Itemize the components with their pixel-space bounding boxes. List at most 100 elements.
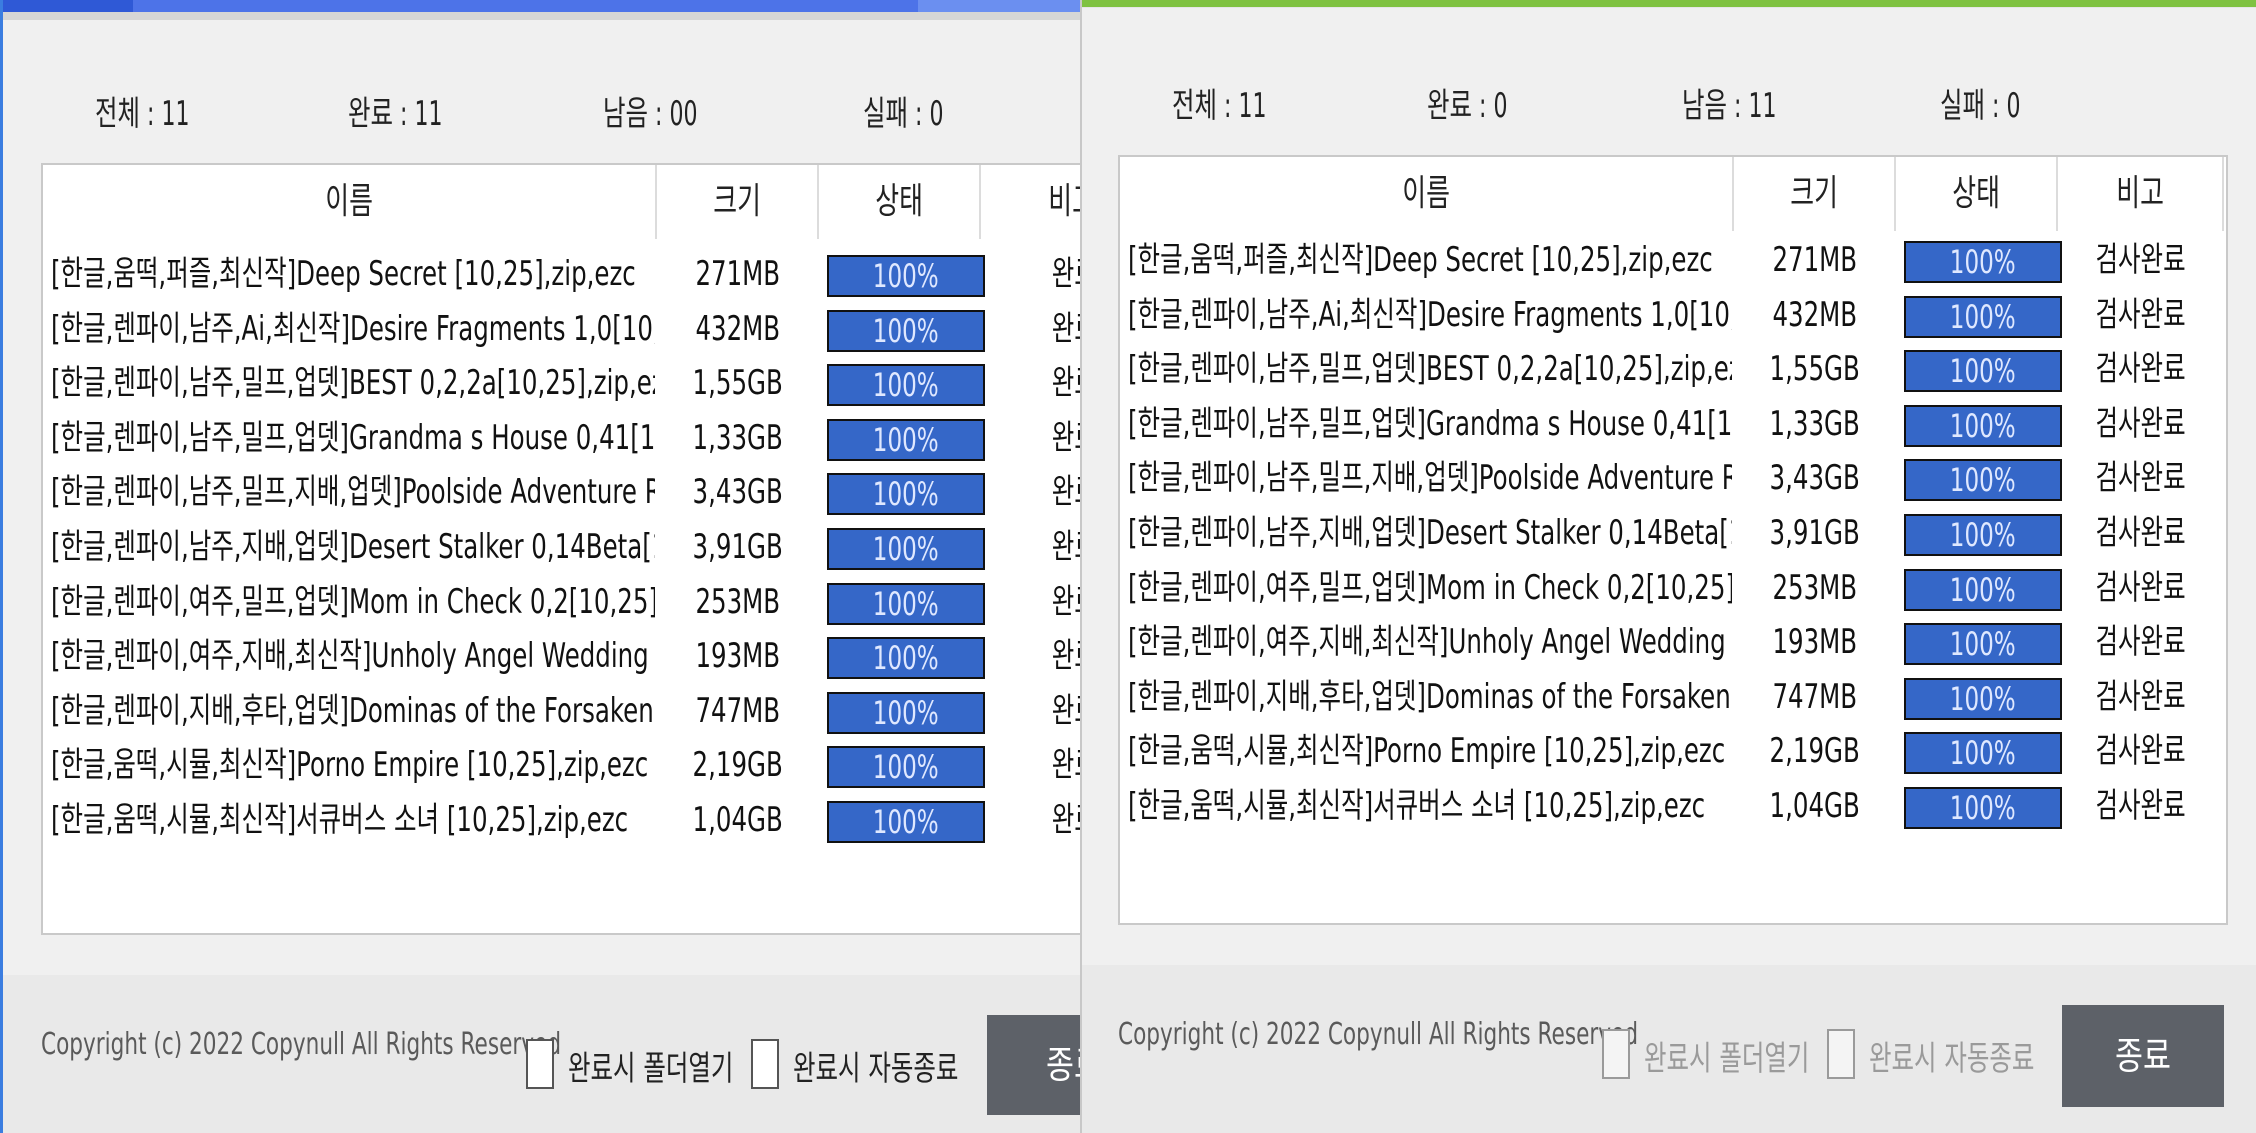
column-header-name[interactable]: 이름 [1120,157,1734,231]
file-size: 2,19GB [692,745,784,786]
table-row[interactable]: [한글,렌파이,남주,밀프,업뎃]BEST 0,2,2a[10,25],zip,… [1120,342,2226,396]
column-header-status[interactable]: 상태 [819,165,981,239]
title-bar[interactable] [3,0,1080,20]
table-row[interactable]: [한글,움떡,시뮬,최신작]Porno Empire [10,25],zip,e… [1120,724,2226,778]
stat-failed: 실패 : 0 [863,94,944,134]
column-header-name[interactable]: 이름 [43,165,657,239]
file-size: 1,55GB [692,363,784,404]
table-row[interactable]: [한글,움떡,시뮬,최신작]Porno Empire [10,25],zip,e… [43,738,1080,792]
table-row[interactable]: [한글,렌파이,남주,밀프,지배,업뎃]Poolside Adventure R… [1120,451,2226,505]
file-note: 완료 [1051,363,1080,404]
column-header-note[interactable]: 비고 [981,165,1080,239]
progress-bar: 100% [827,801,985,843]
file-size: 253MB [695,581,781,622]
file-name: [한글,렌파이,남주,밀프,업뎃]BEST 0,2,2a[10,25],zip,… [1128,349,1732,390]
progress-bar: 100% [827,691,985,734]
file-note: 완료 [1051,690,1080,731]
auto-exit-label: 완료시 자동종료 [1869,1039,2035,1079]
file-note: 완료 [1051,800,1080,840]
file-name: [한글,렌파이,지배,후타,업뎃]Dominas of the Forsaken… [1128,676,1732,717]
open-folder-label: 완료시 폴더열기 [568,1049,734,1089]
file-size: 3,43GB [1769,458,1861,499]
file-name: [한글,렌파이,남주,Ai,최신작]Desire Fragments 1,0[1… [51,308,655,349]
open-folder-checkbox[interactable] [526,1039,554,1089]
stat-remaining: 남음 : 00 [603,94,698,134]
table-row[interactable]: [한글,렌파이,남주,Ai,최신작]Desire Fragments 1,0[1… [43,302,1080,356]
table-row[interactable]: [한글,움떡,시뮬,최신작]서큐버스 소녀 [10,25],zip,ezc 1,0… [1120,779,2226,833]
table-row[interactable]: [한글,렌파이,여주,지배,최신작]Unholy Angel Wedding A… [43,629,1080,683]
table-row[interactable]: [한글,렌파이,남주,Ai,최신작]Desire Fragments 1,0[1… [1120,288,2226,342]
progress-bar: 100% [827,746,985,789]
table-row[interactable]: [한글,렌파이,남주,밀프,지배,업뎃]Poolside Adventure R… [43,465,1080,519]
table-row[interactable]: [한글,렌파이,여주,밀프,업뎃]Mom in Check 0,2[10,25]… [43,575,1080,629]
file-name: [한글,렌파이,남주,지배,업뎃]Desert Stalker 0,14Beta… [1128,513,1732,553]
progress-bar: 100% [1904,732,2062,775]
table-row[interactable]: [한글,렌파이,여주,지배,최신작]Unholy Angel Wedding A… [1120,615,2226,669]
auto-exit-checkbox[interactable] [1827,1029,1855,1079]
file-size: 1,04GB [692,800,784,840]
file-note: 완료 [1051,254,1080,294]
file-note: 검사완료 [2095,458,2187,499]
open-folder-checkbox[interactable] [1602,1029,1630,1079]
file-note: 검사완료 [2095,294,2187,335]
table-row[interactable]: [한글,렌파이,남주,지배,업뎃]Desert Stalker 0,14Beta… [43,520,1080,574]
file-name: [한글,렌파이,여주,지배,최신작]Unholy Angel Wedding A… [51,636,655,677]
progress-bar: 100% [827,309,985,352]
file-note: 검사완료 [2095,513,2187,553]
file-size: 271MB [1772,240,1858,280]
column-header-note[interactable]: 비고 [2058,157,2224,231]
file-note: 검사완료 [2095,567,2187,608]
table-row[interactable]: [한글,렌파이,여주,밀프,업뎃]Mom in Check 0,2[10,25]… [1120,561,2226,615]
file-note: 검사완료 [2095,786,2187,826]
exit-button[interactable]: 종료 [2062,1005,2224,1107]
file-note: 검사완료 [2095,349,2187,390]
progress-bar: 100% [1904,459,2062,502]
column-header-status[interactable]: 상태 [1896,157,2058,231]
file-name: [한글,렌파이,남주,지배,업뎃]Desert Stalker 0,14Beta… [51,527,655,567]
table-row[interactable]: [한글,렌파이,지배,후타,업뎃]Dominas of the Forsaken… [1120,670,2226,724]
column-header-size[interactable]: 크기 [657,165,819,239]
file-name: [한글,움떡,시뮬,최신작]서큐버스 소녀 [10,25],zip,ezc [1128,786,1706,826]
table-row[interactable]: [한글,움떡,시뮬,최신작]서큐버스 소녀 [10,25],zip,ezc 1,0… [43,793,1080,847]
stat-remaining: 남음 : 11 [1682,86,1777,126]
file-name: [한글,렌파이,지배,후타,업뎃]Dominas of the Forsaken… [51,690,655,731]
column-header-size[interactable]: 크기 [1734,157,1896,231]
file-size: 1,33GB [692,417,784,458]
progress-bar: 100% [1904,787,2062,829]
file-note: 검사완료 [2095,240,2187,280]
file-name: [한글,렌파이,남주,밀프,지배,업뎃]Poolside Adventure R… [1128,458,1732,499]
table-row[interactable]: [한글,렌파이,남주,밀프,업뎃]BEST 0,2,2a[10,25],zip,… [43,356,1080,410]
title-bar[interactable] [1082,0,2256,8]
file-note: 완료 [1051,308,1080,349]
progress-bar: 100% [827,364,985,407]
table-row[interactable]: [한글,렌파이,지배,후타,업뎃]Dominas of the Forsaken… [43,684,1080,738]
exit-button[interactable]: 종료 [987,1015,1080,1115]
auto-exit-checkbox[interactable] [751,1039,779,1089]
file-name: [한글,움떡,퍼즐,최신작]Deep Secret [10,25],zip,ez… [51,254,636,294]
table-row[interactable]: [한글,렌파이,남주,지배,업뎃]Desert Stalker 0,14Beta… [1120,506,2226,560]
file-note: 검사완료 [2095,731,2187,772]
progress-bar: 100% [827,637,985,680]
progress-bar: 100% [827,582,985,625]
file-size: 747MB [1772,676,1858,717]
progress-bar: 100% [1904,623,2062,666]
stat-done: 완료 : 11 [348,94,443,134]
file-note: 완료 [1051,636,1080,677]
file-note: 검사완료 [2095,676,2187,717]
progress-bar: 100% [1904,404,2062,447]
file-size: 193MB [1772,622,1858,663]
file-size: 747MB [695,690,781,731]
file-size: 3,91GB [1769,513,1861,553]
file-size: 193MB [695,636,781,677]
table-row[interactable]: [한글,움떡,퍼즐,최신작]Deep Secret [10,25],zip,ez… [1120,233,2226,287]
progress-bar: 100% [827,418,985,461]
progress-bar: 100% [1904,241,2062,283]
file-list[interactable]: 이름 크기 상태 비고 [한글,움떡,퍼즐,최신작]Deep Secret [1… [41,163,1080,935]
table-row[interactable]: [한글,움떡,퍼즐,최신작]Deep Secret [10,25],zip,ez… [43,247,1080,301]
table-row[interactable]: [한글,렌파이,남주,밀프,업뎃]Grandma s House 0,41[10… [1120,397,2226,451]
file-list[interactable]: 이름 크기 상태 비고 [한글,움떡,퍼즐,최신작]Deep Secret [1… [1118,155,2228,925]
table-row[interactable]: [한글,렌파이,남주,밀프,업뎃]Grandma s House 0,41[10… [43,411,1080,465]
copyright-text: Copyright (c) 2022 Copynull All Rights R… [41,1027,562,1062]
file-size: 3,43GB [692,472,784,513]
open-folder-label: 완료시 폴더열기 [1644,1039,1810,1079]
